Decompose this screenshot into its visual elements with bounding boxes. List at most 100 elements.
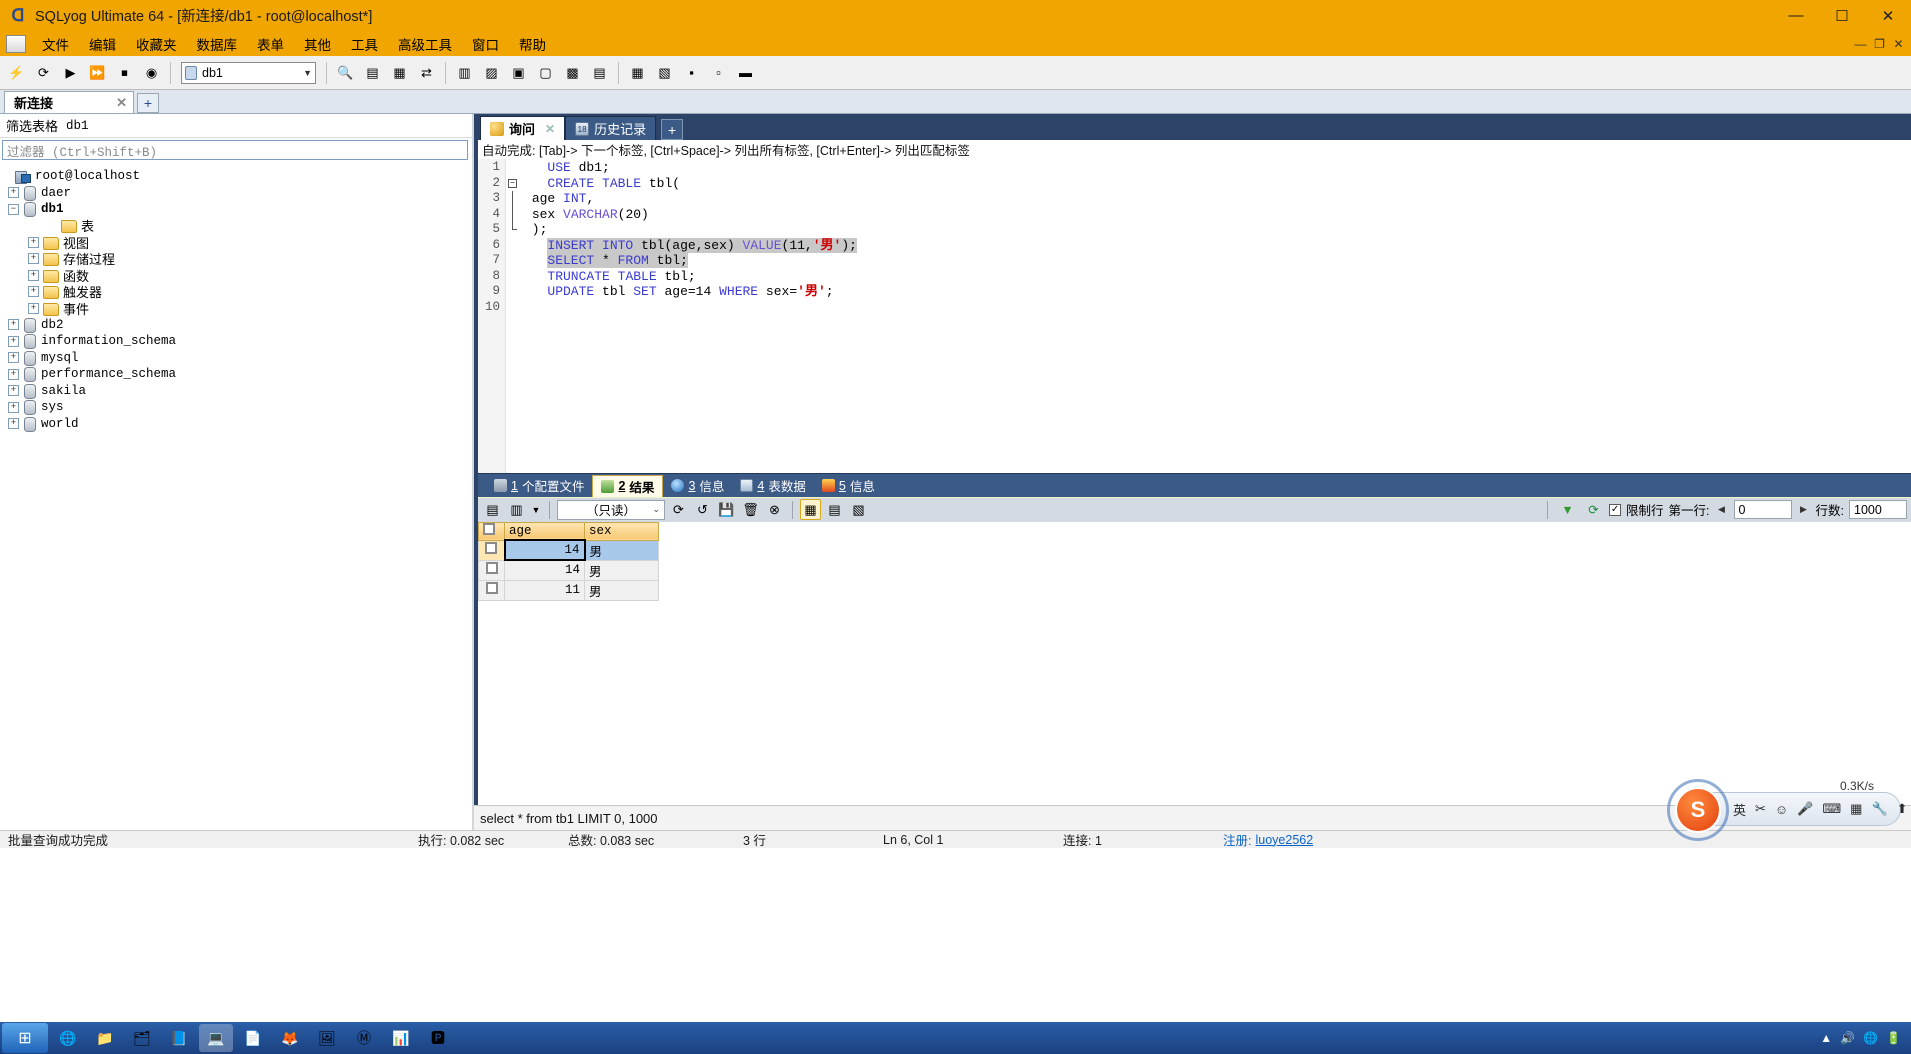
- cell-age[interactable]: 14: [503, 539, 586, 561]
- cell-sex[interactable]: 男: [584, 579, 659, 601]
- expand-icon[interactable]: +: [8, 335, 19, 347]
- database-selector[interactable]: db1 ▼: [181, 61, 316, 84]
- expand-icon[interactable]: +: [8, 187, 19, 199]
- code-line[interactable]: UPDATE tbl SET age=14 WHERE sex='男';: [524, 284, 1911, 300]
- taskbar-button-browser[interactable]: 🌐: [51, 1024, 85, 1052]
- menu-item-database[interactable]: 数据库: [187, 32, 248, 56]
- sogou-logo-icon[interactable]: S: [1675, 787, 1721, 833]
- checkbox-icon[interactable]: [485, 582, 498, 594]
- backup-icon[interactable]: ▣: [506, 60, 531, 85]
- view-text-icon[interactable]: ▧: [848, 499, 869, 520]
- add-query-tab-button[interactable]: +: [661, 119, 684, 140]
- selected-text[interactable]: SELECT * FROM tbl;: [547, 253, 688, 268]
- connection-tab-new[interactable]: 新连接 ✕: [4, 91, 134, 113]
- code-line[interactable]: INSERT INTO tbl(age,sex) VALUE(11,'男');: [524, 237, 1911, 254]
- grid-delete-row-icon[interactable]: 🗑: [740, 499, 761, 520]
- query-builder-icon[interactable]: ▤: [360, 60, 385, 85]
- grid-duplicate-row-icon[interactable]: ▥: [506, 499, 527, 520]
- menu-item-advanced-tools[interactable]: 高级工具: [388, 32, 462, 56]
- table-row[interactable]: 11 男: [478, 579, 659, 601]
- ime-emoji-icon[interactable]: ☺: [1775, 802, 1788, 817]
- import-external-icon[interactable]: ▩: [560, 60, 585, 85]
- tray-network-icon[interactable]: 🌐: [1863, 1031, 1878, 1045]
- code-area[interactable]: 1 2 3 4 5 6 7 8 9 10 − USE db1; CREATE TABLE tbl(…: [478, 159, 1911, 473]
- mdi-window-controls[interactable]: — ❐ ✕: [1852, 35, 1907, 52]
- mdi-restore-button[interactable]: ❐: [1871, 35, 1888, 52]
- migration-icon[interactable]: ▬: [733, 60, 758, 85]
- grid-toolbar[interactable]: ▤ ▥ ▼ （只读） ⌄ ⟳ ↺ 💾 🗑 ⊗ ▦ ▤ ▧ ▼ ⟳ ✓ 限制行 第…: [478, 496, 1911, 522]
- minimize-button[interactable]: —: [1773, 0, 1819, 31]
- ime-panel-icon[interactable]: ▦: [1850, 801, 1862, 817]
- main-toolbar[interactable]: ⚡ ⟳ ▶ ⏩ ⏹ ◉ db1 ▼ 🔍 ▤ ▦ ⇄ ▥ ▨ ▣ ▢ ▩ ▤ ▦ …: [0, 56, 1911, 90]
- menu-item-favorites[interactable]: 收藏夹: [126, 32, 187, 56]
- close-icon[interactable]: ✕: [545, 122, 555, 136]
- view-grid-icon[interactable]: ▦: [800, 499, 821, 520]
- grid-toolbar-right[interactable]: ▼ ⟳ ✓ 限制行 第一行: ◀ 0 ▶ 行数: 1000: [1543, 499, 1907, 520]
- tree-node-root@localhost[interactable]: root@localhost: [0, 168, 472, 185]
- taskbar-button-notes[interactable]: 📘: [162, 1024, 196, 1052]
- expand-icon[interactable]: +: [8, 401, 19, 413]
- menu-item-edit[interactable]: 编辑: [79, 32, 126, 56]
- taskbar-button-music[interactable]: Ⓜ: [347, 1024, 381, 1052]
- grid-refresh-data-icon[interactable]: ⟳: [668, 499, 689, 520]
- menu-item-help[interactable]: 帮助: [509, 32, 556, 56]
- prev-page-button[interactable]: ◀: [1715, 501, 1729, 519]
- tray-volume-icon[interactable]: 🔊: [1840, 1031, 1855, 1045]
- table-row[interactable]: 14 男: [478, 539, 659, 561]
- cell-age[interactable]: 11: [504, 579, 585, 601]
- first-row-input[interactable]: 0: [1733, 500, 1792, 519]
- column-header-age[interactable]: age: [504, 521, 585, 541]
- grid-revert-changes-icon[interactable]: ↺: [692, 499, 713, 520]
- query-tab-bar[interactable]: 询问 ✕ 18 历史记录 +: [474, 114, 1911, 140]
- table-row[interactable]: 14 男: [478, 559, 659, 581]
- column-header-sex[interactable]: sex: [584, 521, 659, 541]
- export-csv-icon[interactable]: ▤: [587, 60, 612, 85]
- taskbar-button-folder[interactable]: 🗂: [125, 1024, 159, 1052]
- database-tree[interactable]: root@localhost + daer − db1 表 + 视图 + 存储过程 + 函数 + 触发器 +…: [0, 162, 472, 830]
- add-connection-button[interactable]: +: [137, 93, 159, 113]
- select-all-checkbox-cell[interactable]: [478, 521, 505, 541]
- windows-taskbar[interactable]: ⊞ 🌐 📁 🗂 📘 💻 📄 🦊 🖼 Ⓜ 📊 🅿 ▲ 🔊 🌐 🔋: [0, 1022, 1911, 1054]
- refresh-object-browser-icon[interactable]: ⟳: [31, 60, 56, 85]
- user-manager-icon[interactable]: ▧: [652, 60, 677, 85]
- menu-item-file[interactable]: 文件: [32, 32, 79, 56]
- taskbar-button-sqlyog[interactable]: 💻: [199, 1024, 233, 1052]
- tree-node-world[interactable]: + world: [0, 416, 472, 433]
- tree-node-sys[interactable]: + sys: [0, 399, 472, 416]
- expand-icon[interactable]: +: [28, 269, 39, 281]
- row-checkbox-cell[interactable]: [478, 559, 505, 581]
- tree-node-触发器[interactable]: + 触发器: [0, 284, 472, 300]
- window-controls[interactable]: — ☐ ✕: [1773, 0, 1911, 31]
- expand-icon[interactable]: +: [28, 236, 39, 248]
- connection-tab-bar[interactable]: 新连接 ✕ +: [0, 90, 1911, 114]
- ime-keyboard-icon[interactable]: ⌨: [1822, 801, 1841, 817]
- checkbox-icon[interactable]: [485, 542, 498, 554]
- collapse-icon[interactable]: −: [8, 203, 19, 215]
- new-connection-icon[interactable]: ⚡: [4, 60, 29, 85]
- close-button[interactable]: ✕: [1865, 0, 1911, 31]
- menu-item-tools[interactable]: 工具: [341, 32, 388, 56]
- view-form-icon[interactable]: ▤: [824, 499, 845, 520]
- checkbox-icon[interactable]: [483, 523, 495, 535]
- cell-age[interactable]: 14: [504, 559, 585, 581]
- expand-icon[interactable]: +: [28, 253, 39, 265]
- grid-delete-all-icon[interactable]: ⊗: [764, 499, 785, 520]
- result-tab-3[interactable]: 3 信息: [663, 475, 732, 497]
- sql-editor[interactable]: 自动完成: [Tab]-> 下一个标签, [Ctrl+Space]-> 列出所有…: [474, 140, 1911, 473]
- start-button[interactable]: ⊞: [2, 1023, 48, 1053]
- next-page-button[interactable]: ▶: [1797, 501, 1811, 519]
- result-grid-wrapper[interactable]: age sex 14 男 14 男 11 男: [478, 521, 1911, 805]
- grid-body[interactable]: 14 男 14 男 11 男: [478, 539, 659, 601]
- grid-dropdown-arrow-icon[interactable]: ▼: [530, 499, 542, 520]
- execute-query-icon[interactable]: ▶: [58, 60, 83, 85]
- expand-icon[interactable]: +: [8, 385, 19, 397]
- ime-upload-icon[interactable]: ⬆: [1897, 801, 1908, 817]
- stop-query-icon[interactable]: ⏹: [112, 60, 137, 85]
- code-line[interactable]: SELECT * FROM tbl;: [524, 253, 1911, 269]
- result-tab-1[interactable]: 1 个配置文件: [486, 475, 592, 497]
- cell-sex[interactable]: 男: [584, 539, 659, 561]
- code-line[interactable]: [524, 300, 1911, 316]
- grid-save-changes-icon[interactable]: 💾: [716, 499, 737, 520]
- filter-icon[interactable]: ▼: [1557, 499, 1578, 520]
- maximize-button[interactable]: ☐: [1819, 0, 1865, 31]
